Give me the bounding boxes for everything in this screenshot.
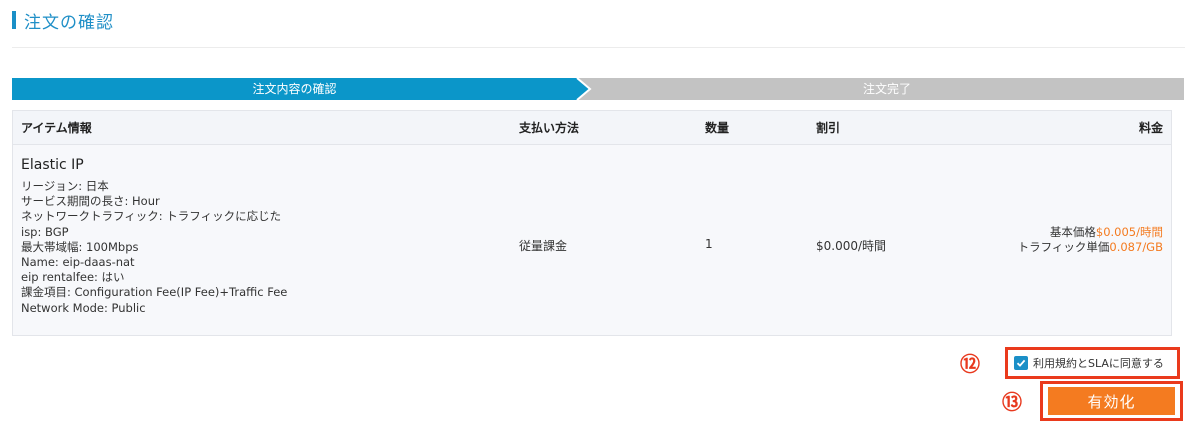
terms-checkbox[interactable] xyxy=(1014,356,1028,370)
detail-name: Name: eip-daas-nat xyxy=(21,255,135,270)
fee-value: 基本価格$0.005/時間 トラフィック単価0.087/GB xyxy=(1018,225,1163,255)
item-name: Elastic IP xyxy=(21,157,84,173)
base-price-label: 基本価格 xyxy=(1049,225,1096,239)
terms-label[interactable]: 利用規約とSLAに同意する xyxy=(1033,355,1164,371)
discount-value: $0.000/時間 xyxy=(816,239,887,253)
base-price-line: 基本価格$0.005/時間 xyxy=(1018,225,1163,240)
header-item-info: アイテム情報 xyxy=(21,121,92,135)
header-fee: 料金 xyxy=(1138,121,1163,135)
activate-button-highlight: 有効化 xyxy=(1040,381,1183,421)
payment-method-value: 従量課金 xyxy=(519,239,568,253)
detail-region: リージョン: 日本 xyxy=(21,179,109,193)
table-header: アイテム情報 支払い方法 数量 割引 料金 xyxy=(13,111,1171,145)
order-table: アイテム情報 支払い方法 数量 割引 料金 Elastic IP リージョン: … xyxy=(12,110,1172,336)
traffic-price-label: トラフィック単価 xyxy=(1017,240,1110,254)
step-order-complete: 注文完了 xyxy=(862,82,911,96)
title-divider xyxy=(12,47,1185,48)
detail-service-period: サービス期間の長さ: Hour xyxy=(21,194,160,209)
detail-network-mode: Network Mode: Public xyxy=(21,300,146,315)
terms-agreement[interactable]: 利用規約とSLAに同意する xyxy=(1005,347,1180,379)
traffic-price-line: トラフィック単価0.087/GB xyxy=(1018,240,1163,255)
quantity-value: 1 xyxy=(705,237,713,251)
traffic-price-value: 0.087/GB xyxy=(1109,240,1163,254)
step-order-confirm: 注文内容の確認 xyxy=(252,82,337,96)
table-row: Elastic IP リージョン: 日本 サービス期間の長さ: Hour ネット… xyxy=(13,145,1171,335)
detail-max-bandwidth: 最大帯域幅: 100Mbps xyxy=(21,239,139,254)
page-title-text: 注文の確認 xyxy=(24,12,114,33)
detail-network-traffic: ネットワークトラフィック: トラフィックに応じた xyxy=(21,209,282,224)
step-indicator: 注文内容の確認 注文完了 xyxy=(12,78,1184,100)
base-price-value: $0.005/時間 xyxy=(1095,225,1163,239)
header-payment-method: 支払い方法 xyxy=(519,121,580,135)
detail-isp: isp: BGP xyxy=(21,224,69,239)
annotation-number-13: ⑬ xyxy=(1002,390,1022,414)
page-title: 注文の確認 xyxy=(12,10,114,33)
header-discount: 割引 xyxy=(816,121,841,135)
activate-button[interactable]: 有効化 xyxy=(1048,387,1175,415)
item-details: リージョン: 日本 サービス期間の長さ: Hour ネットワークトラフィック: … xyxy=(21,179,287,316)
checkmark-icon xyxy=(1016,359,1026,367)
detail-eip-rentalfee: eip rentalfee: はい xyxy=(21,270,125,285)
title-accent-bar xyxy=(12,11,16,29)
annotation-number-12: ⑫ xyxy=(960,352,980,376)
detail-billing-items: 課金項目: Configuration Fee(IP Fee)+Traffic … xyxy=(21,285,288,300)
header-quantity: 数量 xyxy=(705,121,730,135)
